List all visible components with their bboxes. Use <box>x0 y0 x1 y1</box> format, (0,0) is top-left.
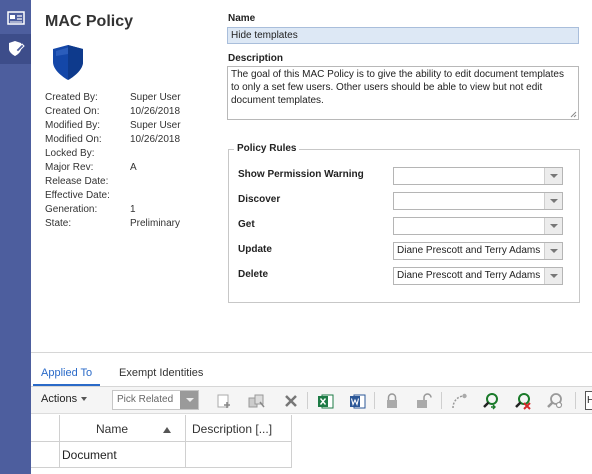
pick-items-button[interactable] <box>247 391 267 411</box>
chevron-down-icon[interactable] <box>544 193 562 209</box>
tab-applied-to[interactable]: Applied To <box>33 362 101 386</box>
toolbar-separator <box>575 392 576 409</box>
sidebar-item-properties[interactable] <box>0 3 31 33</box>
where-used-remove-button[interactable] <box>513 391 533 411</box>
where-used-remove-icon <box>515 393 531 410</box>
description-label: Description <box>228 53 284 64</box>
grid-header-name[interactable]: Name <box>60 415 186 442</box>
resize-grip-icon[interactable] <box>570 111 577 118</box>
rule-label-delete: Delete <box>238 269 269 280</box>
left-sidebar <box>0 0 31 474</box>
id-card-icon <box>6 11 25 25</box>
tab-exempt-identities[interactable]: Exempt Identities <box>111 362 211 386</box>
where-used-icon <box>483 393 498 410</box>
rule-select-update[interactable]: Diane Prescott and Terry Adams <box>393 242 563 260</box>
add-item-icon <box>217 394 230 408</box>
structure-browser-icon <box>547 393 563 409</box>
grid-row-selector[interactable] <box>31 442 60 468</box>
export-excel-button[interactable] <box>315 391 335 411</box>
promote-button[interactable] <box>449 391 469 411</box>
chevron-down-icon[interactable] <box>544 268 562 284</box>
toolbar-separator <box>374 392 375 409</box>
actions-menu-button[interactable]: Actions <box>41 393 87 405</box>
table-row-cell-name[interactable]: Document <box>60 442 186 468</box>
policy-rules-title: Policy Rules <box>234 143 300 154</box>
toolbar-separator <box>307 392 308 409</box>
export-word-button[interactable] <box>347 391 367 411</box>
where-used-button[interactable] <box>481 391 501 411</box>
rule-label-show-permission-warning: Show Permission Warning <box>238 169 364 180</box>
table-row-cell-description[interactable] <box>186 442 292 468</box>
pick-items-icon <box>248 394 265 408</box>
structure-browser-button[interactable] <box>545 391 565 411</box>
name-field[interactable]: Hide templates <box>227 27 579 44</box>
grid-header-blank <box>31 415 60 442</box>
rule-label-update: Update <box>238 244 272 255</box>
section-divider <box>31 352 592 353</box>
relationship-toolbar: Actions Pick Related H <box>31 387 592 414</box>
name-label: Name <box>228 13 256 24</box>
rule-select-get[interactable] <box>393 217 563 235</box>
main-panel: MAC Policy Created By: Super User Created… <box>31 0 592 474</box>
page-title: MAC Policy <box>45 13 134 30</box>
lock-button[interactable] <box>382 391 402 411</box>
sidebar-item-mac-policy[interactable] <box>0 34 31 64</box>
rule-label-get: Get <box>238 219 255 230</box>
shield-pen-icon <box>8 41 25 56</box>
delete-icon <box>285 395 297 407</box>
chevron-down-icon[interactable] <box>544 168 562 184</box>
unlock-button[interactable] <box>414 391 434 411</box>
grid-header-description[interactable]: Description [...] <box>186 415 292 442</box>
toolbar-separator <box>441 392 442 409</box>
rule-select-show-permission-warning[interactable] <box>393 167 563 185</box>
rule-label-discover: Discover <box>238 194 281 205</box>
promote-icon <box>452 393 467 409</box>
delete-relationship-button[interactable] <box>281 391 301 411</box>
rule-select-discover[interactable] <box>393 192 563 210</box>
rule-select-delete[interactable]: Diane Prescott and Terry Adams <box>393 267 563 285</box>
sort-ascending-icon <box>163 427 171 433</box>
excel-icon <box>317 394 333 408</box>
pick-related-select[interactable]: Pick Related <box>112 390 199 410</box>
chevron-down-icon[interactable] <box>544 218 562 234</box>
description-field[interactable]: The goal of this MAC Policy is to give t… <box>227 66 579 120</box>
chevron-down-icon[interactable] <box>180 391 198 409</box>
item-type-icon <box>51 44 85 85</box>
unlock-icon <box>417 393 432 408</box>
chevron-down-icon[interactable] <box>544 243 562 259</box>
toolbar-overflow-box[interactable]: H <box>585 391 592 410</box>
description-text: The goal of this MAC Policy is to give t… <box>231 69 564 106</box>
add-item-button[interactable] <box>214 391 234 411</box>
policy-rules-group: Policy Rules Show Permission Warning Dis… <box>228 143 580 303</box>
lock-icon <box>387 393 397 408</box>
word-icon <box>349 394 365 408</box>
shield-icon <box>53 45 83 80</box>
